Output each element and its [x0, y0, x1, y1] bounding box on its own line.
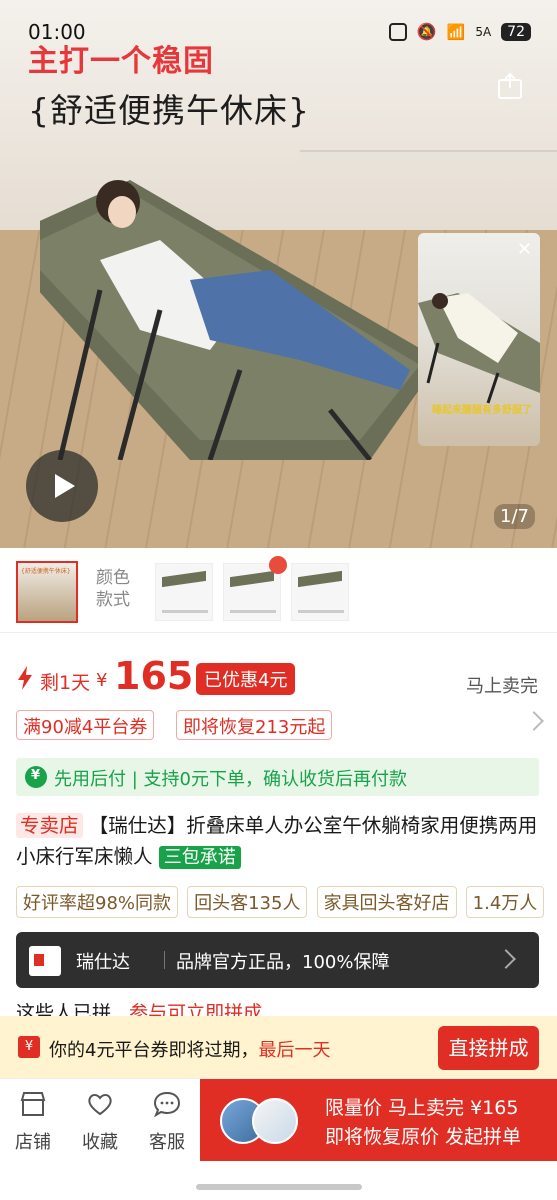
lightning-icon — [18, 666, 32, 690]
store-bar[interactable]: 瑞仕达 品牌官方正品，100%保障 — [16, 932, 539, 988]
badge-returning: 回头客135人 — [187, 886, 308, 918]
price-value: 165 — [114, 654, 194, 698]
badge-rating: 好评率超98%同款 — [16, 886, 179, 918]
hero-title-line2: {舒适便携午休床} — [28, 91, 310, 130]
reputation-badges: 好评率超98%同款 回头客135人 家具回头客好店 1.4万人 — [16, 886, 557, 920]
store-logo — [29, 946, 61, 976]
expiry-last-day: 最后一天 — [258, 1040, 331, 1061]
variant-thumb-3[interactable] — [291, 563, 349, 621]
pay-later-icon — [25, 766, 47, 788]
nav-store[interactable]: 店铺 — [10, 1091, 56, 1154]
product-title-text: 【瑞仕达】折叠床单人办公室午休躺椅家用便携两用小床行军床懒人 — [16, 814, 538, 868]
home-indicator[interactable] — [196, 1184, 362, 1190]
sellout-text: 马上卖完 — [466, 676, 538, 697]
product-title: 专卖店 【瑞仕达】折叠床单人办公室午休躺椅家用便携两用小床行军床懒人 三包承诺 — [16, 810, 541, 873]
preview-caption: 睡起来腰腿有多舒服了 — [432, 405, 532, 416]
hero-title-line1: 主打一个稳固 — [28, 44, 214, 79]
expiry-message: 你的4元平台券即将过期， — [49, 1040, 259, 1061]
nfc-icon — [388, 22, 407, 41]
price-row: 剩1天 ¥ 165 已优惠4元 马上卖完 — [0, 654, 557, 704]
direct-join-button[interactable]: 直接拼成 — [438, 1026, 539, 1070]
price-restore-chip[interactable]: 即将恢复213元起 — [176, 710, 333, 740]
discount-badge: 已优惠4元 — [196, 663, 296, 695]
thumb-caption: {舒适便携午休床} — [21, 568, 71, 575]
group-buy-button[interactable]: 限量价 马上卖完 ¥165 即将恢复原价 发起拼单 — [200, 1079, 557, 1161]
mute-icon: 🔕 — [416, 22, 437, 41]
close-icon[interactable]: ✕ — [517, 239, 532, 260]
avatar — [252, 1098, 298, 1144]
chat-icon — [153, 1091, 181, 1118]
pay-later-text: 先用后付 | 支持0元下单，确认收货后再付款 — [54, 769, 407, 790]
hot-badge-icon — [269, 556, 287, 574]
coupon-icon: ¥ — [18, 1036, 40, 1058]
folding-bed-image — [20, 160, 440, 462]
badge-good-store: 家具回头客好店 — [316, 886, 457, 918]
variant-thumb-1[interactable] — [155, 563, 213, 621]
image-pager: 1/7 — [494, 504, 535, 529]
play-video-button[interactable] — [26, 450, 98, 522]
badge-followers: 1.4万人 — [465, 886, 545, 918]
nav-favorite[interactable]: 收藏 — [77, 1091, 123, 1154]
store-type-tag: 专卖店 — [16, 813, 83, 838]
time-remaining: 剩1天 — [40, 672, 91, 694]
store-icon — [20, 1092, 46, 1116]
battery-indicator: 72 — [501, 22, 531, 41]
pay-later-banner[interactable]: 先用后付 | 支持0元下单，确认收货后再付款 — [16, 758, 539, 796]
bottom-action-bar: 店铺 收藏 客服 限量价 马上卖完 ¥165 即将恢复原价 发起拼单 — [0, 1078, 557, 1161]
nav-service[interactable]: 客服 — [144, 1091, 190, 1154]
nav-favorite-label: 收藏 — [82, 1132, 118, 1153]
store-name: 瑞仕达 — [76, 952, 130, 973]
cta-line1: 限量价 马上卖完 ¥165 — [325, 1097, 519, 1119]
expiry-text: 你的4元平台券即将过期，最后一天 — [49, 1036, 330, 1062]
selected-variant-thumb[interactable]: {舒适便携午休床} — [16, 561, 78, 623]
status-icons: 🔕 📶 5A 72 — [388, 22, 531, 41]
currency-symbol: ¥ — [96, 670, 108, 691]
share-icon[interactable] — [497, 72, 523, 100]
chevron-right-icon[interactable] — [524, 711, 544, 731]
divider — [164, 951, 165, 969]
variant-label: 颜色 款式 — [96, 568, 130, 610]
video-preview-window[interactable]: ✕ 睡起来腰腿有多舒服了 — [418, 233, 540, 446]
store-claim: 品牌官方正品，100%保障 — [176, 952, 390, 973]
heart-icon — [88, 1094, 112, 1116]
coupon-row[interactable]: 满90减4平台券 即将恢复213元起 — [0, 708, 557, 744]
chevron-right-icon[interactable] — [496, 949, 516, 969]
wifi-icon: 📶 — [446, 22, 466, 41]
guarantee-badge: 三包承诺 — [158, 846, 241, 869]
nav-store-label: 店铺 — [15, 1132, 51, 1153]
coupon-expiry-banner: ¥ 你的4元平台券即将过期，最后一天 直接拼成 — [0, 1016, 557, 1078]
product-image-carousel[interactable]: 01:00 🔕 📶 5A 72 主打一个稳固 {舒适便携午休床} ✕ 睡起来腰腿… — [0, 0, 557, 548]
network-label: 5A — [475, 24, 492, 39]
cta-line2: 即将恢复原价 发起拼单 — [325, 1126, 522, 1148]
coupon-chip[interactable]: 满90减4平台券 — [16, 710, 155, 740]
nav-service-label: 客服 — [149, 1132, 185, 1153]
